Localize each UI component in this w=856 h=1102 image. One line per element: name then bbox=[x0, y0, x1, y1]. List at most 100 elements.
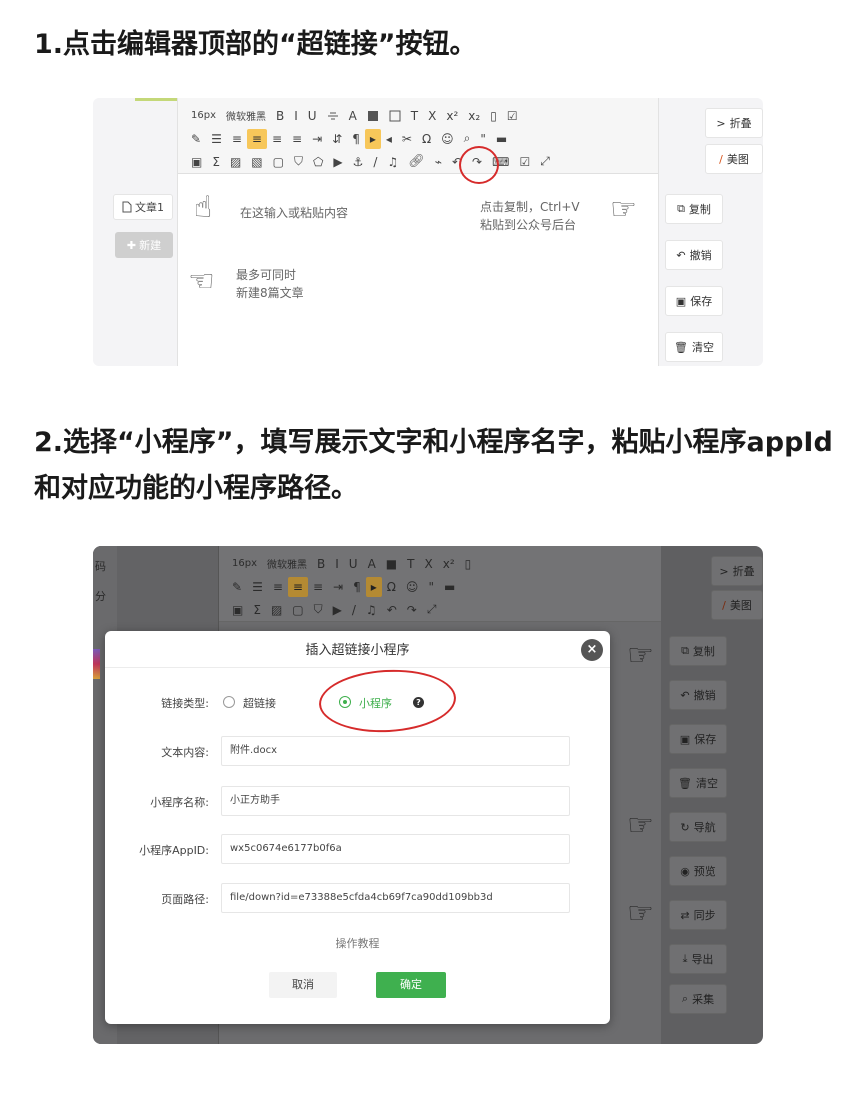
sigma-icon[interactable]: Σ bbox=[207, 152, 225, 172]
collapse-button[interactable]: > 折叠 bbox=[705, 108, 763, 138]
list-icon[interactable]: ☰ bbox=[247, 577, 268, 597]
shape-icon[interactable]: ⬠ bbox=[308, 152, 328, 172]
ltr-icon[interactable]: ▸ bbox=[364, 128, 381, 149]
underline-button[interactable]: U bbox=[344, 554, 363, 574]
rtl-icon[interactable]: ◂ bbox=[381, 129, 397, 149]
music-icon[interactable]: ♫ bbox=[361, 600, 382, 620]
shield-icon[interactable]: ⛉ bbox=[309, 600, 328, 620]
search-icon[interactable]: ⌕ bbox=[459, 129, 476, 149]
superscript-button[interactable]: x² bbox=[441, 106, 463, 126]
quote-icon[interactable]: " bbox=[423, 577, 439, 597]
doc-tab[interactable]: 文章1 bbox=[113, 194, 173, 220]
edit-icon[interactable]: ☑ bbox=[502, 106, 523, 126]
font-size-select[interactable]: 16px bbox=[186, 106, 221, 126]
copy-button[interactable]: ⧉ 复制 bbox=[665, 194, 723, 224]
pen-icon[interactable]: ✎ bbox=[227, 577, 247, 597]
list-icon[interactable]: ☰ bbox=[206, 129, 227, 149]
font-color-button[interactable]: A bbox=[344, 106, 362, 126]
hr-icon[interactable]: ▬ bbox=[491, 129, 512, 149]
sync-button[interactable]: ⇄ 同步 bbox=[669, 900, 727, 930]
anchor-icon[interactable]: ⚓ bbox=[348, 152, 369, 172]
line-height-icon[interactable]: ⇵ bbox=[327, 129, 347, 149]
indent-icon[interactable]: ⇥ bbox=[307, 129, 327, 149]
image-icon[interactable]: ▨ bbox=[266, 600, 287, 620]
undo-button[interactable]: ↶ 撤销 bbox=[669, 680, 727, 710]
page-icon[interactable]: ▯ bbox=[460, 554, 477, 574]
omega-icon[interactable]: Ω bbox=[417, 129, 436, 149]
shield-icon[interactable]: ⛉ bbox=[289, 152, 308, 172]
font-color-button[interactable]: A bbox=[363, 554, 381, 574]
cancel-button[interactable]: 取消 bbox=[269, 972, 337, 998]
bg-color-button[interactable] bbox=[362, 106, 384, 126]
italic-button[interactable]: I bbox=[330, 554, 344, 574]
text-style-button[interactable]: T bbox=[406, 106, 423, 126]
clear-button[interactable]: 🗑︎ 清空 bbox=[669, 768, 727, 798]
gallery-icon[interactable]: ▧ bbox=[246, 152, 267, 172]
italic-button[interactable]: I bbox=[289, 106, 303, 126]
bold-button[interactable]: B bbox=[312, 554, 330, 574]
pen-icon[interactable]: ✎ bbox=[186, 129, 206, 149]
align-center-icon[interactable]: ≡ bbox=[267, 129, 287, 149]
ltr-icon[interactable]: ▸ bbox=[365, 576, 382, 597]
strikethrough-button[interactable] bbox=[322, 106, 344, 126]
hr-icon[interactable]: ▬ bbox=[439, 577, 460, 597]
redo-icon[interactable]: ↷ bbox=[402, 600, 422, 620]
template-icon[interactable]: ▣ bbox=[227, 600, 248, 620]
align-left-icon[interactable]: ≡ bbox=[227, 129, 247, 149]
radio-hyperlink[interactable] bbox=[223, 696, 235, 708]
page-path-input[interactable]: file/down?id=e73388e5cfda4cb69f7ca90dd10… bbox=[221, 883, 570, 913]
font-family-select[interactable]: 微软雅黑 bbox=[221, 106, 271, 126]
close-icon[interactable]: × bbox=[581, 639, 603, 661]
undo-icon[interactable]: ↶ bbox=[382, 600, 402, 620]
sigma-icon[interactable]: Σ bbox=[248, 600, 266, 620]
radio-hyperlink-label[interactable]: 超链接 bbox=[243, 695, 276, 711]
paragraph-icon[interactable]: ¶ bbox=[347, 129, 365, 149]
paragraph-icon[interactable]: ¶ bbox=[348, 577, 366, 597]
subscript-button[interactable]: x₂ bbox=[463, 106, 485, 126]
collect-button[interactable]: ⌕ 采集 bbox=[669, 984, 727, 1014]
template-icon[interactable]: ▣ bbox=[186, 152, 207, 172]
fullscreen-icon[interactable]: ⤢ bbox=[422, 600, 442, 620]
text-content-input[interactable]: 附件.docx bbox=[221, 736, 570, 766]
tutorial-link[interactable]: 操作教程 bbox=[105, 935, 610, 951]
collapse-button[interactable]: > 折叠 bbox=[711, 556, 763, 586]
save-button[interactable]: ▣ 保存 bbox=[669, 724, 727, 754]
hyperlink-icon[interactable]: 🔗︎ bbox=[403, 152, 430, 172]
bold-button[interactable]: B bbox=[271, 106, 289, 126]
box-icon[interactable]: ▢ bbox=[287, 600, 308, 620]
page-icon[interactable]: ▯ bbox=[485, 106, 502, 126]
appid-input[interactable]: wx5c0674e6177b0f6a bbox=[221, 834, 570, 864]
navigate-button[interactable]: ↻ 导航 bbox=[669, 812, 727, 842]
export-button[interactable]: ⤓ 导出 bbox=[669, 944, 727, 974]
text-style-button[interactable]: T bbox=[402, 554, 419, 574]
beautify-button[interactable]: / 美图 bbox=[711, 590, 763, 620]
draw-icon[interactable]: / bbox=[368, 152, 382, 172]
omega-icon[interactable]: Ω bbox=[382, 577, 401, 597]
preview-button[interactable]: ◉ 预览 bbox=[669, 856, 727, 886]
align-active-icon[interactable]: ≡ bbox=[287, 576, 308, 597]
image-icon[interactable]: ▨ bbox=[225, 152, 246, 172]
copy-button[interactable]: ⧉ 复制 bbox=[669, 636, 727, 666]
box-icon[interactable]: ▢ bbox=[268, 152, 289, 172]
format-painter-button[interactable] bbox=[384, 106, 406, 126]
draw-icon[interactable]: / bbox=[347, 600, 361, 620]
align-active-icon[interactable]: ≡ bbox=[246, 128, 267, 149]
undo-button[interactable]: ↶ 撤销 bbox=[665, 240, 723, 270]
align-center-icon[interactable]: ≡ bbox=[308, 577, 328, 597]
video-icon[interactable]: ▶ bbox=[328, 600, 347, 620]
emoji-icon[interactable]: ☺ bbox=[436, 129, 459, 149]
checklist-icon[interactable]: ☑ bbox=[514, 152, 535, 172]
align-left-icon[interactable]: ≡ bbox=[268, 577, 288, 597]
miniprogram-name-input[interactable]: 小正方助手 bbox=[221, 786, 570, 816]
bg-color-button[interactable]: ■ bbox=[381, 554, 402, 574]
underline-button[interactable]: U bbox=[303, 106, 322, 126]
superscript-button[interactable]: x² bbox=[438, 554, 460, 574]
music-icon[interactable]: ♫ bbox=[382, 152, 403, 172]
new-article-button[interactable]: ✚ 新建 bbox=[115, 232, 173, 258]
fullscreen-icon[interactable]: ⤢ bbox=[535, 152, 555, 172]
confirm-button[interactable]: 确定 bbox=[376, 972, 446, 998]
font-family-select[interactable]: 微软雅黑 bbox=[262, 554, 312, 574]
beautify-button[interactable]: / 美图 bbox=[705, 144, 763, 174]
emoji-icon[interactable]: ☺ bbox=[401, 577, 424, 597]
video-icon[interactable]: ▶ bbox=[328, 152, 347, 172]
